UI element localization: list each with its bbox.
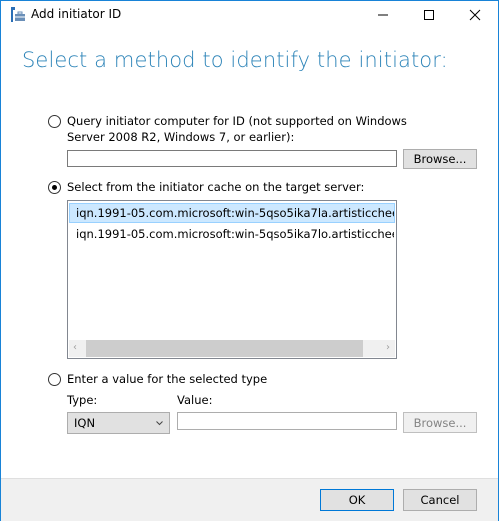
scroll-left-icon[interactable]: ‹ [73,342,77,353]
chevron-down-icon [156,421,163,426]
close-button[interactable] [452,0,498,30]
minimize-icon [378,14,388,16]
query-label-line1: Query initiator computer for ID (not sup… [67,114,407,128]
value-input[interactable] [177,412,397,430]
horizontal-scrollbar[interactable]: ‹ › [69,340,395,357]
query-computer-input[interactable] [67,150,397,167]
close-icon [469,9,481,21]
initiator-cache-radio[interactable] [48,181,61,194]
query-initiator-label: Query initiator computer for ID (not sup… [67,113,407,145]
maximize-button[interactable] [406,0,452,30]
query-label-line2: Server 2008 R2, Windows 7, or earlier): [67,130,295,144]
list-item[interactable]: iqn.1991-05.com.microsoft:win-5qso5ika7l… [69,203,395,223]
enter-value-radio[interactable] [48,373,61,386]
maximize-icon [424,10,434,20]
minimize-button[interactable] [360,0,406,30]
type-select[interactable]: IQN [67,412,170,434]
initiator-cache-list[interactable]: iqn.1991-05.com.microsoft:win-5qso5ika7l… [67,200,397,359]
cancel-button[interactable]: Cancel [403,489,477,511]
query-initiator-radio[interactable] [48,115,61,128]
query-browse-button[interactable]: Browse... [403,149,477,169]
type-label: Type: [67,393,98,407]
value-browse-button[interactable]: Browse... [403,412,477,433]
ok-button[interactable]: OK [320,489,394,511]
type-select-value: IQN [74,416,96,430]
enter-value-label: Enter a value for the selected type [67,372,268,386]
scrollbar-thumb[interactable] [86,340,363,357]
initiator-cache-label: Select from the initiator cache on the t… [67,180,365,194]
value-label: Value: [177,393,213,407]
page-title: Select a method to identify the initiato… [22,48,448,72]
scroll-right-icon[interactable]: › [386,342,390,353]
list-item[interactable]: iqn.1991-05.com.microsoft:win-5qso5ika7l… [69,224,395,244]
window-title: Add initiator ID [31,7,122,21]
iscsi-initiator-icon [10,7,26,23]
